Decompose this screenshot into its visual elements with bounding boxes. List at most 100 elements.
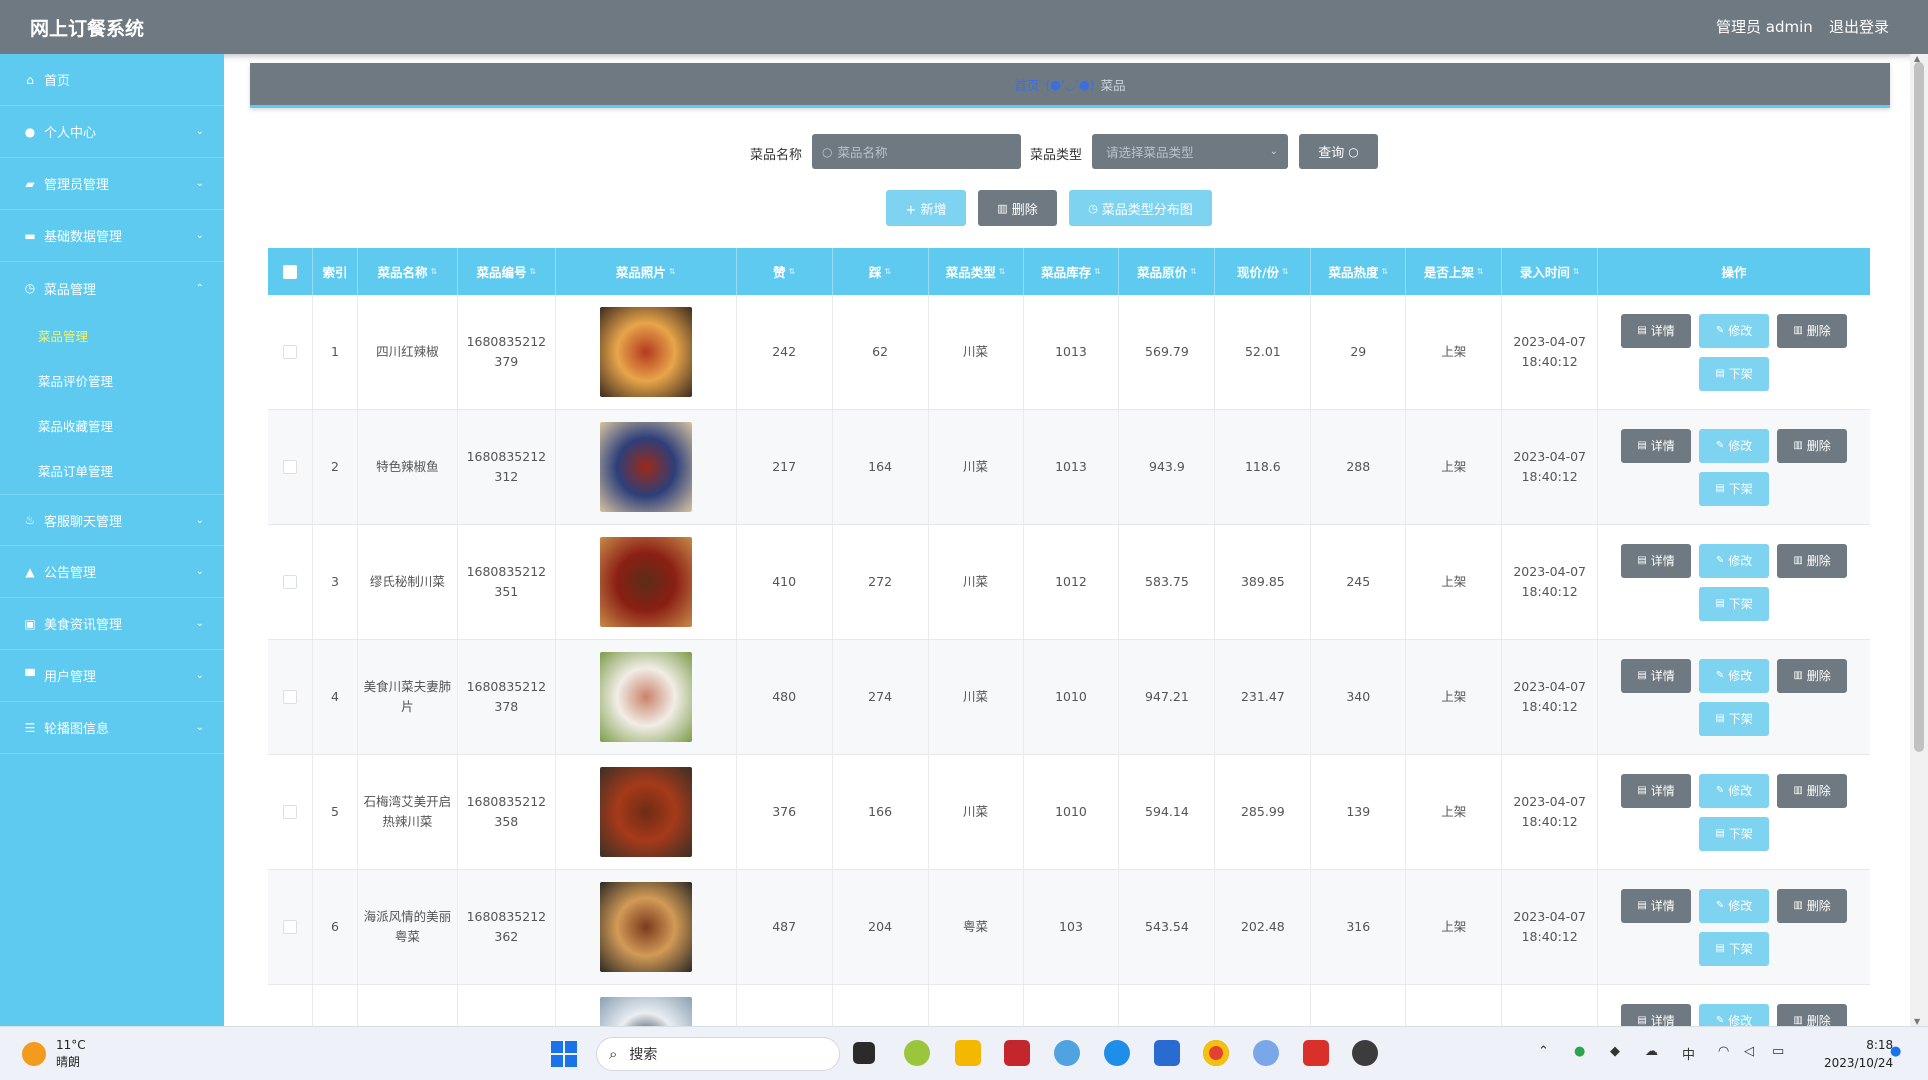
edit-button[interactable]: ✎ 修改: [1699, 1003, 1770, 1026]
delete-button[interactable]: ▥ 删除: [1777, 888, 1848, 923]
offshelf-button[interactable]: ▤ 下架: [1699, 701, 1770, 736]
edit-button[interactable]: ✎ 修改: [1699, 543, 1770, 578]
volume-icon[interactable]: ◁: [1744, 1044, 1754, 1059]
col-header[interactable]: 菜品热度 ⇅: [1311, 248, 1407, 295]
weather-widget[interactable]: 11°C 晴朗: [22, 1037, 86, 1071]
row-checkbox[interactable]: [282, 460, 297, 474]
dish-photo[interactable]: [599, 882, 692, 972]
sidebar-item-dishes[interactable]: ◷ 菜品管理 ⌃: [0, 262, 224, 314]
row-checkbox[interactable]: [282, 690, 297, 704]
dish-photo[interactable]: [599, 767, 692, 857]
dish-photo[interactable]: [599, 537, 692, 627]
tray-expand-icon[interactable]: ⌃: [1538, 1044, 1549, 1059]
scroll-down-icon[interactable]: ▼: [1914, 1017, 1920, 1026]
add-button[interactable]: + 新增: [886, 190, 966, 226]
offshelf-button[interactable]: ▤ 下架: [1699, 816, 1770, 851]
edit-button[interactable]: ✎ 修改: [1699, 888, 1770, 923]
sidebar-item-users[interactable]: ▀ 用户管理 ⌄: [0, 650, 224, 702]
ide-icon[interactable]: [1004, 1040, 1030, 1066]
notepad-icon[interactable]: [1154, 1040, 1180, 1066]
chrome-icon[interactable]: [1203, 1040, 1229, 1066]
col-header[interactable]: 索引: [313, 248, 358, 295]
windows-start-icon[interactable]: [551, 1041, 577, 1067]
col-header[interactable]: 赞 ⇅: [737, 248, 833, 295]
delete-button[interactable]: ▥ 删除: [1777, 313, 1848, 348]
taskbar-search[interactable]: ⌕ 搜索: [596, 1037, 840, 1071]
app-dark-icon[interactable]: [1352, 1040, 1378, 1066]
submenu-item-dish-manage[interactable]: 菜品管理: [0, 314, 224, 359]
app-network-icon[interactable]: [1253, 1040, 1279, 1066]
delete-button[interactable]: ▥ 删除: [1777, 773, 1848, 808]
type-distribution-button[interactable]: ◷ 菜品类型分布图: [1069, 190, 1212, 226]
detail-button[interactable]: ▤ 详情: [1621, 773, 1692, 808]
qq-icon[interactable]: ◆: [1610, 1044, 1620, 1059]
offshelf-button[interactable]: ▤ 下架: [1699, 586, 1770, 621]
sidebar-item-carousel[interactable]: ☰ 轮播图信息 ⌄: [0, 702, 224, 754]
battery-icon[interactable]: ▭: [1772, 1044, 1784, 1059]
sidebar-item-chat[interactable]: ♨ 客服聊天管理 ⌄: [0, 494, 224, 546]
detail-button[interactable]: ▤ 详情: [1621, 313, 1692, 348]
delete-button[interactable]: ▥ 删除: [1777, 1003, 1848, 1026]
col-header[interactable]: 现价/份 ⇅: [1215, 248, 1312, 295]
app-circle-icon[interactable]: [1054, 1040, 1080, 1066]
breadcrumb-home[interactable]: 首页: [1014, 75, 1039, 94]
col-header[interactable]: 踩 ⇅: [833, 248, 929, 295]
submenu-item-dish-favorite[interactable]: 菜品收藏管理: [0, 404, 224, 449]
dish-name-input[interactable]: ○ 菜品名称: [812, 134, 1021, 169]
delete-button[interactable]: ▥ 删除: [1777, 543, 1848, 578]
detail-button[interactable]: ▤ 详情: [1621, 658, 1692, 693]
row-checkbox[interactable]: [282, 345, 297, 359]
select-all-checkbox[interactable]: [282, 264, 297, 279]
system-clock[interactable]: 8:18 2023/10/24: [1824, 1036, 1893, 1072]
dish-photo[interactable]: [599, 307, 692, 397]
dish-photo[interactable]: [599, 422, 692, 512]
delete-button[interactable]: ▥ 删除: [1777, 658, 1848, 693]
col-header[interactable]: 菜品编号 ⇅: [458, 248, 556, 295]
sidebar-item-notice[interactable]: ▲ 公告管理 ⌄: [0, 546, 224, 598]
batch-delete-button[interactable]: ▥ 删除: [978, 190, 1057, 226]
sidebar-item-news[interactable]: ▣ 美食资讯管理 ⌄: [0, 598, 224, 650]
col-header[interactable]: 菜品照片 ⇅: [556, 248, 737, 295]
detail-button[interactable]: ▤ 详情: [1621, 888, 1692, 923]
offshelf-button[interactable]: ▤ 下架: [1699, 931, 1770, 966]
dish-photo[interactable]: [599, 652, 692, 742]
notification-icon[interactable]: ●: [1890, 1044, 1901, 1059]
col-header[interactable]: 是否上架 ⇅: [1406, 248, 1503, 295]
dish-photo[interactable]: [599, 997, 692, 1026]
page-scrollbar[interactable]: ▲ ▼: [1910, 54, 1928, 1026]
ime-icon[interactable]: 中: [1682, 1044, 1695, 1063]
col-header[interactable]: 菜品原价 ⇅: [1119, 248, 1216, 295]
wifi-icon[interactable]: ◠: [1718, 1044, 1729, 1059]
edit-button[interactable]: ✎ 修改: [1699, 428, 1770, 463]
col-header[interactable]: 菜品库存 ⇅: [1024, 248, 1120, 295]
sidebar-item-basedata[interactable]: ▬ 基础数据管理 ⌄: [0, 210, 224, 262]
dish-type-select[interactable]: 请选择菜品类型 ⌄: [1092, 134, 1288, 169]
file-explorer-icon[interactable]: [955, 1040, 981, 1066]
logout-link[interactable]: 退出登录: [1829, 16, 1889, 37]
edit-button[interactable]: ✎ 修改: [1699, 658, 1770, 693]
edit-button[interactable]: ✎ 修改: [1699, 773, 1770, 808]
col-header[interactable]: 菜品名称 ⇅: [358, 248, 458, 295]
row-checkbox[interactable]: [282, 805, 297, 819]
task-view-icon[interactable]: [853, 1042, 875, 1064]
delete-button[interactable]: ▥ 删除: [1777, 428, 1848, 463]
offshelf-button[interactable]: ▤ 下架: [1699, 356, 1770, 391]
wechat-icon[interactable]: ●: [1574, 1044, 1585, 1059]
submenu-item-dish-order[interactable]: 菜品订单管理: [0, 449, 224, 494]
query-button[interactable]: 查询 ○: [1299, 134, 1378, 169]
sidebar-item-home[interactable]: ⌂ 首页: [0, 54, 224, 106]
wps-icon[interactable]: [1303, 1040, 1329, 1066]
row-checkbox[interactable]: [282, 575, 297, 589]
detail-button[interactable]: ▤ 详情: [1621, 428, 1692, 463]
col-header[interactable]: 菜品类型 ⇅: [929, 248, 1024, 295]
detail-button[interactable]: ▤ 详情: [1621, 543, 1692, 578]
edit-button[interactable]: ✎ 修改: [1699, 313, 1770, 348]
submenu-item-dish-review[interactable]: 菜品评价管理: [0, 359, 224, 404]
scrollbar-thumb[interactable]: [1914, 62, 1924, 752]
detail-button[interactable]: ▤ 详情: [1621, 1003, 1692, 1026]
app-green-icon[interactable]: [904, 1040, 930, 1066]
offshelf-button[interactable]: ▤ 下架: [1699, 471, 1770, 506]
edge-icon[interactable]: [1104, 1040, 1130, 1066]
row-checkbox[interactable]: [282, 920, 297, 934]
col-header[interactable]: 录入时间 ⇅: [1502, 248, 1599, 295]
